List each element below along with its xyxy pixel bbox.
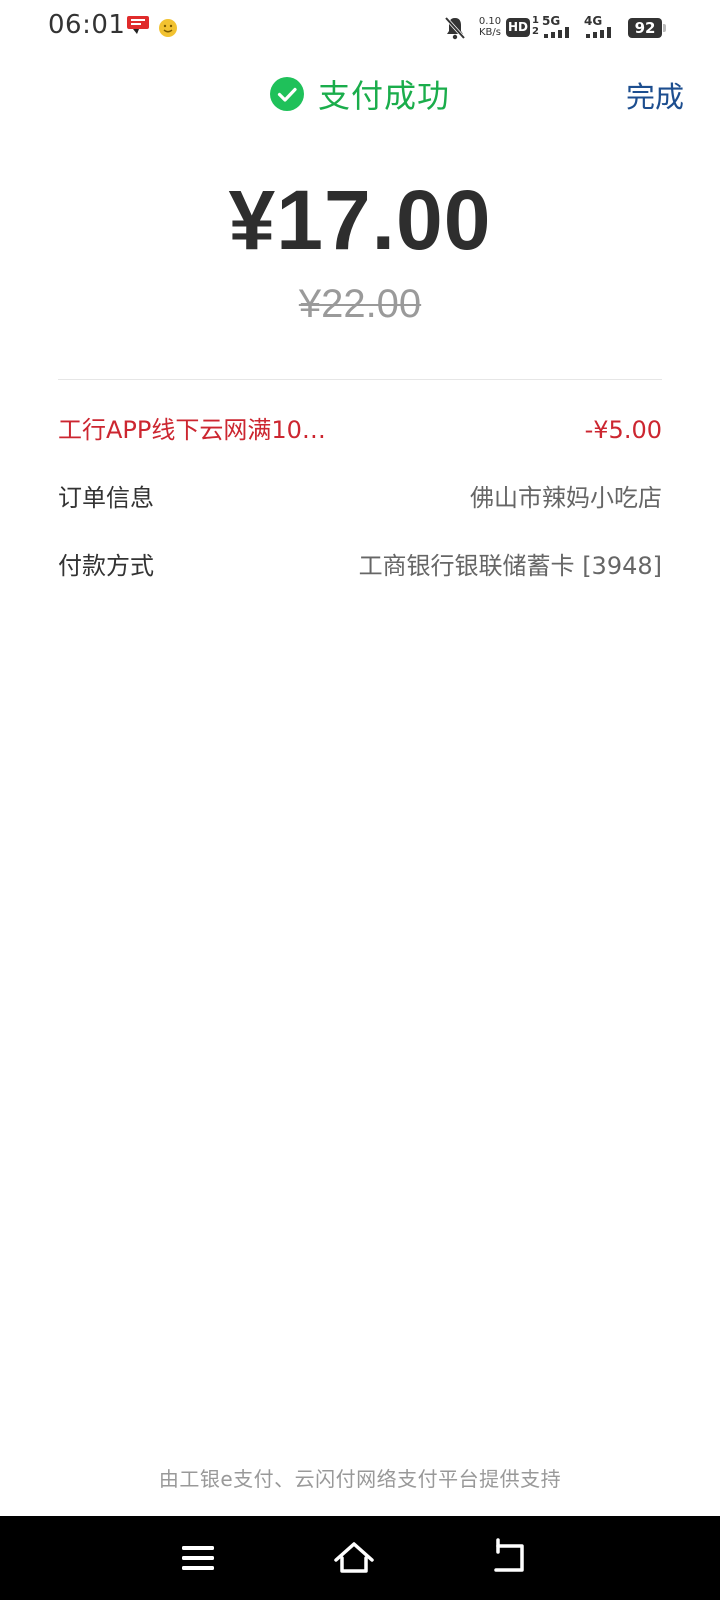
discount-label: 工行APP线下云网满10… [58, 416, 326, 444]
order-info-row: 订单信息 佛山市辣妈小吃店 [58, 478, 662, 518]
page-title: 支付成功 [318, 77, 451, 115]
battery-level: 92 [634, 19, 656, 37]
discount-value: -¥5.00 [584, 416, 662, 444]
mute-bell-icon [444, 16, 466, 40]
status-bar: 06:01 0.10 KB/s HD 12 5G 4G 92 [0, 0, 720, 56]
check-circle-icon [270, 77, 304, 111]
header: 支付成功 完成 [0, 60, 720, 130]
success-status: 支付成功 [270, 74, 451, 115]
footer-support-text: 由工银e支付、云闪付网络支付平台提供支持 [158, 1467, 562, 1491]
divider [58, 379, 662, 380]
merchant-name: 佛山市辣妈小吃店 [470, 484, 662, 512]
payment-method-label: 付款方式 [58, 552, 154, 580]
done-button[interactable]: 完成 [626, 74, 684, 116]
original-amount: ¥22.00 [298, 282, 422, 326]
home-icon[interactable] [332, 1536, 376, 1580]
battery-icon: 92 [628, 18, 662, 38]
payment-success-screen: 06:01 0.10 KB/s HD 12 5G 4G 92 支付成功 完成 ¥… [0, 0, 720, 1600]
menu-icon[interactable] [176, 1536, 220, 1580]
payment-method-row: 付款方式 工商银行银联储蓄卡 [3948] [58, 546, 662, 586]
back-icon[interactable] [488, 1536, 532, 1580]
signal-4g-icon: 4G [584, 14, 618, 40]
system-nav-bar [0, 1516, 720, 1600]
hd-voice-icon: HD [506, 18, 530, 37]
discount-row: 工行APP线下云网满10… -¥5.00 [58, 410, 662, 450]
order-info-label: 订单信息 [58, 484, 154, 512]
smiley-app-icon [159, 19, 177, 37]
paid-amount: ¥17.00 [228, 173, 492, 267]
signal-5g-icon: 5G [542, 14, 574, 40]
notification-app-icon [127, 16, 149, 34]
status-time: 06:01 [48, 10, 126, 40]
net-speed-unit: KB/s [479, 27, 501, 38]
net-speed-value: 0.10 [478, 16, 502, 27]
payment-method-value: 工商银行银联储蓄卡 [3948] [358, 552, 662, 580]
signal-bars-icon [544, 27, 569, 38]
battery-tip [663, 24, 666, 32]
signal-bars-icon [586, 27, 611, 38]
net-speed: 0.10 KB/s [472, 16, 508, 38]
hd-sim-index: 12 [532, 15, 539, 37]
